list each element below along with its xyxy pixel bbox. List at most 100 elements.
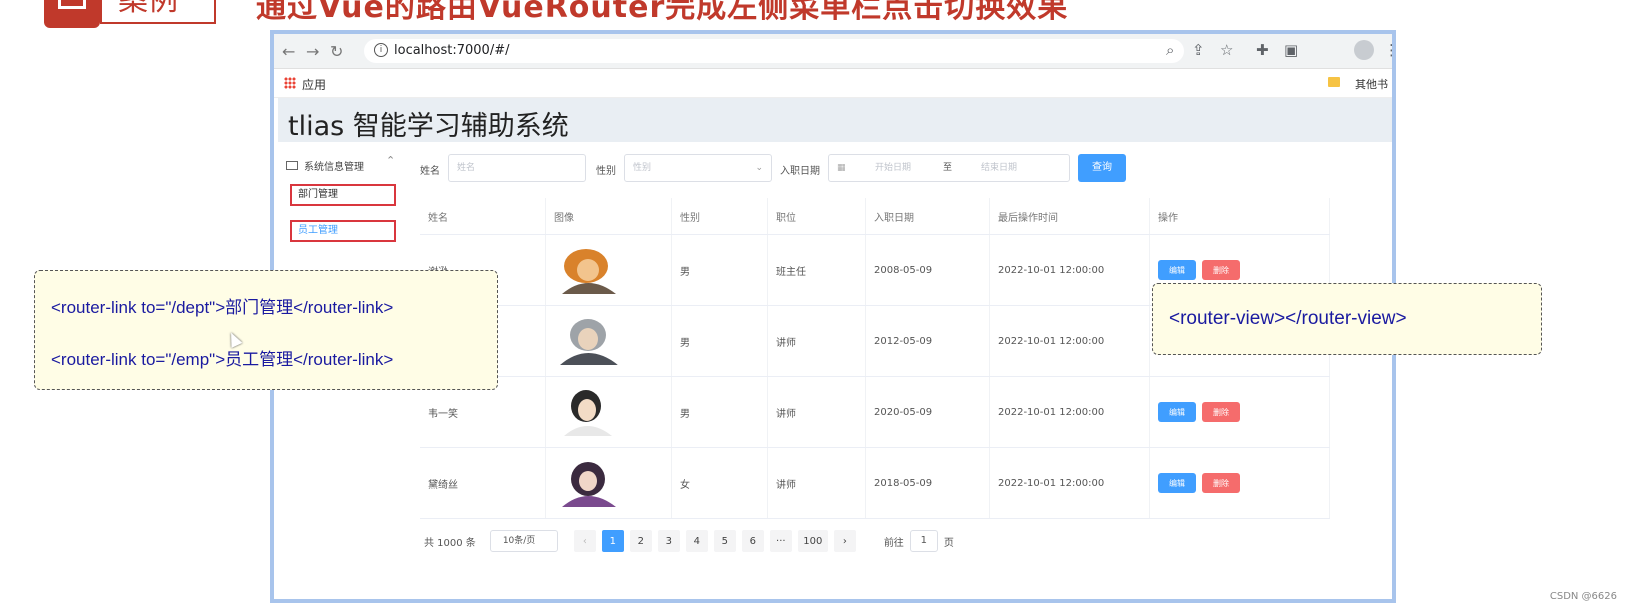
menu-group-system[interactable]: 系统信息管理 [286,158,364,173]
other-bookmarks[interactable]: 其他书 [1355,76,1388,92]
site-info-icon[interactable]: i [374,43,388,57]
router-link-emp: <router-link to="/emp">员工管理</router-link… [51,350,394,369]
employee-avatar [554,388,622,436]
name-label: 姓名 [420,166,440,177]
menu-group-label: 系统信息管理 [304,162,364,173]
side-panel-icon[interactable]: ▣ [1284,41,1298,59]
delete-button[interactable]: 删除 [1202,402,1240,422]
header-name: 姓名 [420,198,546,234]
header-image: 图像 [546,198,672,234]
page-3[interactable]: 3 [657,530,680,552]
cell-gender: 男 [672,377,768,447]
menu-item-dept[interactable]: 部门管理 [290,184,396,206]
header-gender: 性别 [672,198,768,234]
table-row: 韦一笑 男 讲师 2020-05-09 2022-10-01 12:00:00 … [420,377,1330,448]
page-100[interactable]: 100 [797,530,828,552]
case-icon [58,0,86,9]
edit-button[interactable]: 编辑 [1158,260,1196,280]
pagination: 共 1000 条 10条/页 ‹ 1 2 3 4 5 6 ··· 100 › 前… [424,530,954,552]
router-link-dept: <router-link to="/dept">部门管理</router-lin… [51,298,394,317]
cell-job: 班主任 [768,235,866,305]
header-actions: 操作 [1150,198,1330,234]
cell-job: 讲师 [768,448,866,518]
goto-input[interactable]: 1 [909,530,938,552]
mail-icon [286,161,298,170]
cell-job: 讲师 [768,377,866,447]
prev-page-icon[interactable]: ‹ [573,530,596,552]
address-bar[interactable]: i localhost:7000/#/ [364,39,1184,63]
forward-icon[interactable]: → [306,42,319,61]
cell-gender: 男 [672,306,768,376]
page-6[interactable]: 6 [741,530,764,552]
employee-avatar [554,246,622,294]
page-size-select[interactable]: 10条/页 [489,530,558,552]
router-view-annotation: <router-view></router-view> [1152,283,1542,355]
header-update-time: 最后操作时间 [990,198,1150,234]
employee-avatar [554,459,622,507]
reload-icon[interactable]: ↻ [330,42,343,61]
end-date-placeholder: 结束日期 [981,163,1018,173]
url-text: localhost:7000/#/ [394,43,510,58]
date-range-input[interactable]: ▦ 开始日期 至 结束日期 [828,154,1070,182]
zoom-icon[interactable]: ⌕ [1166,41,1174,59]
cell-update-time: 2022-10-01 12:00:00 [990,235,1150,305]
share-icon[interactable]: ⇪ [1192,41,1205,59]
start-date-placeholder: 开始日期 [875,163,912,173]
app-title: tlias 智能学习辅助系统 [288,111,569,142]
apps-icon[interactable] [284,77,296,89]
back-icon[interactable]: ← [282,42,295,61]
goto-suffix: 页 [943,537,954,549]
next-page-icon[interactable]: › [833,530,856,552]
folder-icon [1328,77,1340,87]
table-row: 黛绮丝 女 讲师 2018-05-09 2022-10-01 12:00:00 … [420,448,1330,519]
cell-gender: 男 [672,235,768,305]
gender-placeholder: 性别 [633,163,652,173]
toolbar: ← → ↻ i localhost:7000/#/ ⌕ ⇪ ☆ ✚ ▣ ⋮ [274,34,1392,69]
extensions-icon[interactable]: ✚ [1256,41,1269,59]
query-button[interactable]: 查询 [1078,154,1126,182]
cell-entry-date: 2020-05-09 [866,377,990,447]
menu-item-emp[interactable]: 员工管理 [290,220,396,242]
cell-update-time: 2022-10-01 12:00:00 [990,448,1150,518]
slide-title: 通过Vue的路由VueRouter完成左侧菜单栏点击切换效果 [256,0,1069,25]
cell-update-time: 2022-10-01 12:00:00 [990,306,1150,376]
range-separator: 至 [943,163,953,173]
delete-button[interactable]: 删除 [1202,260,1240,280]
page-2[interactable]: 2 [629,530,652,552]
page-1[interactable]: 1 [601,530,624,552]
bookmark-star-icon[interactable]: ☆ [1220,41,1233,59]
goto-label: 前往 [883,537,904,549]
bookmarks-bar: 应用 其他书 [274,69,1392,98]
cell-entry-date: 2008-05-09 [866,235,990,305]
date-label: 入职日期 [780,166,820,177]
app-header: tlias 智能学习辅助系统 [278,98,1392,142]
table-header: 姓名 图像 性别 职位 入职日期 最后操作时间 操作 [420,198,1330,235]
delete-button[interactable]: 删除 [1202,473,1240,493]
slide-case-label: 案例 [100,0,216,24]
calendar-icon: ▦ [837,163,846,173]
gender-label: 性别 [596,166,616,177]
cell-update-time: 2022-10-01 12:00:00 [990,377,1150,447]
watermark: CSDN @6626 [1549,591,1617,602]
page-5[interactable]: 5 [713,530,736,552]
page-4[interactable]: 4 [685,530,708,552]
profile-avatar[interactable] [1354,40,1374,60]
menu-icon[interactable]: ⋮ [1384,41,1392,59]
header-entry-date: 入职日期 [866,198,990,234]
cell-job: 讲师 [768,306,866,376]
name-input[interactable]: 姓名 [448,154,586,182]
cell-gender: 女 [672,448,768,518]
cell-entry-date: 2018-05-09 [866,448,990,518]
apps-bookmark[interactable]: 应用 [302,76,326,93]
gender-select[interactable]: 性别 ⌄ [624,154,772,182]
chevron-down-icon: ⌄ [755,163,763,173]
router-link-annotation: <router-link to="/dept">部门管理</router-lin… [34,270,498,390]
edit-button[interactable]: 编辑 [1158,473,1196,493]
edit-button[interactable]: 编辑 [1158,402,1196,422]
total-count: 共 1000 条 [424,537,476,549]
page-ellipsis[interactable]: ··· [769,530,792,552]
cell-name: 黛绮丝 [420,448,546,518]
employee-avatar [554,317,622,365]
chevron-up-icon[interactable]: ⌃ [386,154,395,167]
employee-table: 姓名 图像 性别 职位 入职日期 最后操作时间 操作 谢逊 男 班主任 2008… [420,198,1330,519]
